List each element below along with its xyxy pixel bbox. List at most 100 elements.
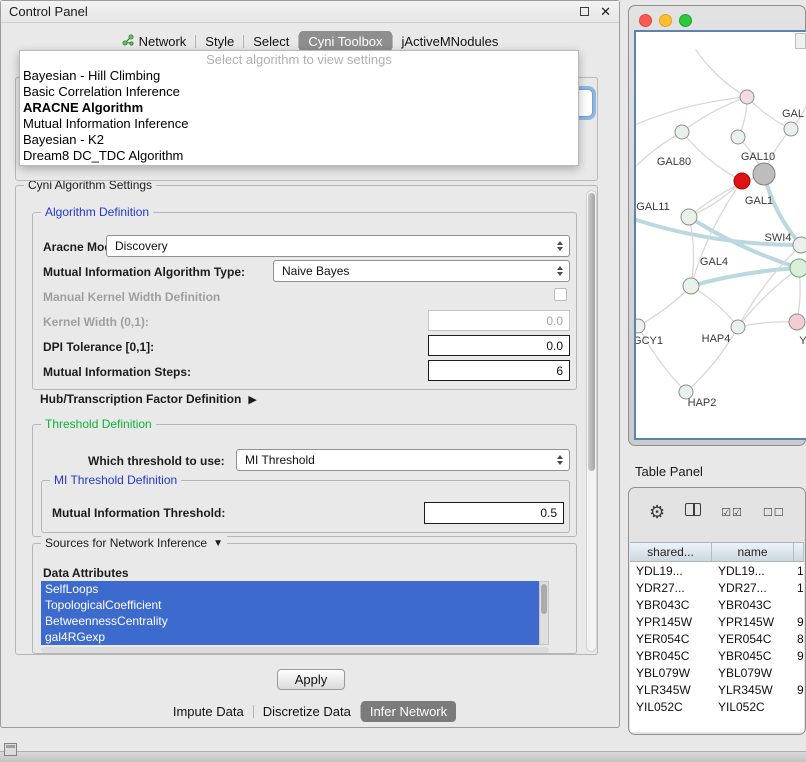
- table-row[interactable]: YDR27...YDR27...12: [630, 579, 804, 596]
- attribute-item-selfloops[interactable]: SelfLoops: [41, 581, 549, 597]
- network-node[interactable]: [789, 314, 805, 330]
- kernel-width-field: 0.0: [428, 310, 570, 331]
- network-edge[interactable]: [689, 217, 694, 286]
- network-edge[interactable]: [696, 50, 747, 97]
- network-node[interactable]: [790, 259, 806, 277]
- node-label: GAL1: [745, 195, 773, 207]
- gear-icon[interactable]: ⚙: [649, 502, 665, 523]
- mi-steps-field[interactable]: 6: [428, 360, 570, 381]
- dropdown-item-bayesian-k2[interactable]: Bayesian - K2: [20, 132, 578, 148]
- tab-infer-network[interactable]: Infer Network: [361, 701, 456, 722]
- column-header[interactable]: name: [712, 543, 794, 561]
- tab-network[interactable]: Network: [113, 31, 196, 52]
- column-header[interactable]: shared...: [630, 543, 712, 561]
- scrollbar-thumb[interactable]: [588, 193, 595, 471]
- float-window-icon[interactable]: [580, 7, 589, 16]
- dropdown-item-basic-correlation-inference[interactable]: Basic Correlation Inference: [20, 84, 578, 100]
- network-node[interactable]: [753, 163, 775, 185]
- mi-threshold-field[interactable]: 0.5: [424, 502, 564, 524]
- dpi-tolerance-field[interactable]: 0.0: [428, 335, 570, 356]
- network-node[interactable]: [731, 130, 745, 144]
- sources-title-toggle[interactable]: Sources for Network Inference ▼: [41, 536, 227, 550]
- close-traffic-icon[interactable]: [639, 14, 652, 27]
- columns-icon[interactable]: [685, 503, 701, 521]
- table-cell: YER054C: [630, 632, 712, 646]
- dropdown-item-aracne-algorithm[interactable]: ARACNE Algorithm: [20, 100, 578, 116]
- dropdown-item-dream8-dc-tdc-algorithm[interactable]: Dream8 DC_TDC Algorithm: [20, 148, 578, 164]
- network-canvas[interactable]: GALGAL80GAL10GAL11GAL1SWI4GAL4GCY1HAP4YH…: [634, 30, 806, 440]
- combo-value: Naive Bayes: [282, 264, 349, 278]
- network-node[interactable]: [681, 209, 697, 225]
- hub-definition-toggle[interactable]: Hub/Transcription Factor Definition ▶: [40, 392, 257, 406]
- table-cell: YBR043C: [630, 598, 712, 612]
- settings-scrollbar[interactable]: [586, 190, 597, 652]
- which-threshold-combo[interactable]: MI Threshold: [236, 449, 570, 471]
- table-body: YDL19...YDL19...13YDR27...YDR27...12YBR0…: [630, 562, 804, 732]
- dropdown-item-bayesian-hill-climbing[interactable]: Bayesian - Hill Climbing: [20, 68, 578, 84]
- table-cell: 9.: [794, 615, 804, 629]
- tab-jactivemnodules[interactable]: jActiveMNodules: [393, 31, 508, 52]
- node-label: GAL11: [636, 201, 669, 213]
- table-cell: YDR27...: [712, 581, 794, 595]
- minimize-traffic-icon[interactable]: [659, 14, 672, 27]
- table-row[interactable]: YBL079WYBL079W: [630, 664, 804, 681]
- table-row[interactable]: YBR045CYBR045C9.: [630, 647, 804, 664]
- column-header[interactable]: [794, 543, 804, 561]
- restore-panel-icon[interactable]: [4, 743, 17, 756]
- network-icon: [122, 34, 134, 49]
- table-row[interactable]: YIL052CYIL052C: [630, 698, 804, 715]
- tab-impute-data[interactable]: Impute Data: [164, 701, 253, 722]
- network-node[interactable]: [793, 237, 806, 253]
- table-row[interactable]: YER054CYER054C8.: [630, 630, 804, 647]
- table-cell: 12: [794, 581, 804, 595]
- table-row[interactable]: YPR145WYPR145W9.: [630, 613, 804, 630]
- network-edge[interactable]: [636, 97, 747, 127]
- tab-select[interactable]: Select: [244, 31, 298, 52]
- tab-cyni-toolbox[interactable]: Cyni Toolbox: [299, 31, 391, 52]
- scrollbar-thumb[interactable]: [541, 584, 547, 614]
- canvas-scrollbar[interactable]: [795, 33, 806, 49]
- attribute-item-gal4rgexp[interactable]: gal4RGexp: [41, 629, 549, 645]
- window-traffic-lights: [639, 14, 692, 27]
- table-row[interactable]: YLR345WYLR345W9.: [630, 681, 804, 698]
- network-node[interactable]: [734, 173, 750, 189]
- network-edge[interactable]: [691, 286, 738, 327]
- mi-steps-label: Mutual Information Steps:: [43, 365, 191, 379]
- node-label: GAL10: [741, 151, 775, 163]
- table-row[interactable]: YBR043CYBR043C: [630, 596, 804, 613]
- dropdown-item-mutual-information-inference[interactable]: Mutual Information Inference: [20, 116, 578, 132]
- field-value: 0.0: [546, 314, 563, 328]
- aracne-mode-combo[interactable]: Discovery: [106, 235, 570, 257]
- control-panel-titlebar[interactable]: Control Panel ✕: [1, 1, 619, 23]
- network-edge[interactable]: [691, 268, 799, 286]
- network-node[interactable]: [675, 125, 689, 139]
- network-edge[interactable]: [638, 286, 691, 326]
- attribute-item-topologicalcoefficient[interactable]: TopologicalCoefficient: [41, 597, 549, 613]
- deselect-all-checkboxes-icon[interactable]: ☐☐: [763, 506, 785, 519]
- tab-discretize-data[interactable]: Discretize Data: [254, 701, 360, 722]
- mi-threshold-title: MI Threshold Definition: [50, 473, 181, 487]
- table-row[interactable]: YDL19...YDL19...13: [630, 562, 804, 579]
- zoom-traffic-icon[interactable]: [679, 14, 692, 27]
- close-icon[interactable]: ✕: [600, 4, 611, 20]
- network-node[interactable]: [683, 278, 699, 294]
- network-node[interactable]: [784, 122, 798, 136]
- kernel-width-label: Kernel Width (0,1):: [43, 315, 149, 329]
- network-node[interactable]: [636, 319, 645, 333]
- network-edge[interactable]: [682, 97, 747, 132]
- tab-label: jActiveMNodules: [402, 34, 499, 49]
- network-node[interactable]: [731, 320, 745, 334]
- attribute-item-betweennesscentrality[interactable]: BetweennessCentrality: [41, 613, 549, 629]
- control-panel-window: Control Panel ✕ NetworkStyleSelectCyni T…: [0, 0, 620, 728]
- attributes-hscrollbar[interactable]: [41, 647, 549, 653]
- mi-type-combo[interactable]: Naive Bayes: [273, 260, 570, 282]
- apply-button[interactable]: Apply: [277, 669, 345, 690]
- select-all-checkboxes-icon[interactable]: ☑☑: [721, 506, 743, 519]
- network-edge[interactable]: [738, 322, 797, 327]
- table-cell: YBR043C: [712, 598, 794, 612]
- data-attributes-list[interactable]: SelfLoopsTopologicalCoefficientBetweenne…: [41, 581, 549, 645]
- table-cell: YDR27...: [630, 581, 712, 595]
- attributes-scrollbar[interactable]: [539, 581, 549, 645]
- tab-style[interactable]: Style: [196, 31, 243, 52]
- network-node[interactable]: [740, 90, 754, 104]
